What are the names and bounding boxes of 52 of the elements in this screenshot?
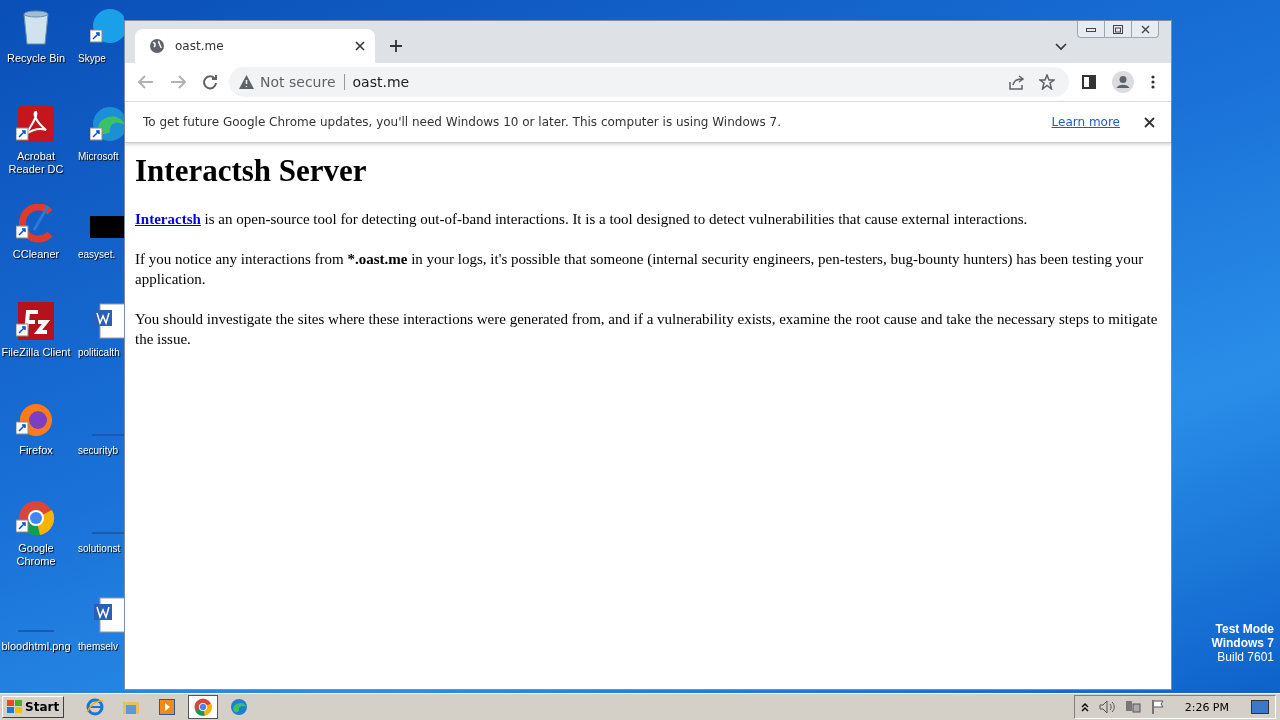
- speaker-icon[interactable]: [1098, 700, 1115, 714]
- chevron-up-icon[interactable]: [1080, 702, 1089, 712]
- play-icon: [159, 699, 176, 715]
- icon-label: themselv: [78, 640, 118, 653]
- edge-icon: [230, 698, 249, 716]
- security-label: Not secure: [260, 74, 345, 90]
- warning-icon: [239, 75, 254, 89]
- os-watermark-text: Test Mode: [1215, 622, 1274, 636]
- icon-label: Skype: [78, 52, 106, 65]
- page-heading: Interactsh Server: [135, 153, 368, 189]
- network-icon[interactable]: [1124, 700, 1141, 714]
- icon-label: Acrobat Reader DC: [7, 150, 65, 176]
- address-bar[interactable]: Not secure oast.me: [229, 67, 1069, 97]
- start-button[interactable]: Start: [2, 696, 65, 718]
- icon-label: easyset.: [78, 248, 116, 261]
- url-text: oast.me: [351, 74, 411, 90]
- infobar-message: To get future Google Chrome updates, you'll need Windows 10 or later. This computer is using Windows 7.: [143, 115, 783, 129]
- icon-label: securityb: [78, 444, 118, 457]
- close-icon[interactable]: [355, 41, 365, 51]
- os-watermark-text: Build 7601: [1217, 650, 1274, 664]
- tab-title: oast.me: [175, 39, 225, 53]
- flag-icon[interactable]: [1150, 700, 1165, 714]
- globe-icon: [149, 38, 165, 54]
- icon-label: FileZilla Client: [1, 346, 71, 359]
- chevron-down-icon[interactable]: [1055, 43, 1067, 51]
- icon-label: Firefox: [19, 444, 53, 457]
- interactsh-link[interactable]: Interactsh: [135, 211, 201, 227]
- profile-icon[interactable]: [1109, 71, 1137, 93]
- icon-label: bloodhtml.png: [1, 640, 71, 653]
- icon-label: Google Chrome: [15, 542, 57, 568]
- icon-label: solutionst: [78, 542, 121, 555]
- icon-label: politicalth: [78, 346, 120, 359]
- folder-icon: [122, 699, 141, 715]
- taskbar-app[interactable]: [188, 695, 219, 719]
- icon-label: CCleaner: [12, 248, 60, 261]
- paragraph: If you notice any interactions from *.oast.me in your logs, it's possible that someone (internal security engineers, pen-testers, bug-bounty hunters) has been testing your application.: [135, 250, 1145, 289]
- app-icon[interactable]: [16, 498, 56, 538]
- chrome-icon: [194, 698, 213, 716]
- close-icon[interactable]: [1144, 116, 1155, 128]
- show-desktop-icon[interactable]: [1251, 700, 1269, 714]
- learn-more-link[interactable]: Learn more: [1051, 115, 1120, 129]
- windows-logo-icon: [7, 700, 23, 714]
- browser-icon: [86, 698, 105, 716]
- app-icon[interactable]: [16, 302, 56, 342]
- paragraph: Interactsh is an open-source tool for detecting out-of-band interactions. It is a tool designed to detect vulnerabilities that cause external interactions.: [135, 210, 1029, 229]
- clock-time[interactable]: 2:26 PM: [1184, 700, 1229, 714]
- icon-label: Microsoft: [78, 150, 119, 163]
- paragraph: You should investigate the sites where these interactions were generated from, and if a vulnerability exists, examine the root cause and take the necessary steps to mitigate the issue.: [135, 310, 1159, 349]
- icon-label: Recycle Bin: [6, 52, 66, 65]
- browser-tab[interactable]: oast.me: [135, 29, 375, 63]
- os-watermark-text: Windows 7: [1211, 636, 1274, 650]
- new-tab-icon[interactable]: [389, 39, 403, 53]
